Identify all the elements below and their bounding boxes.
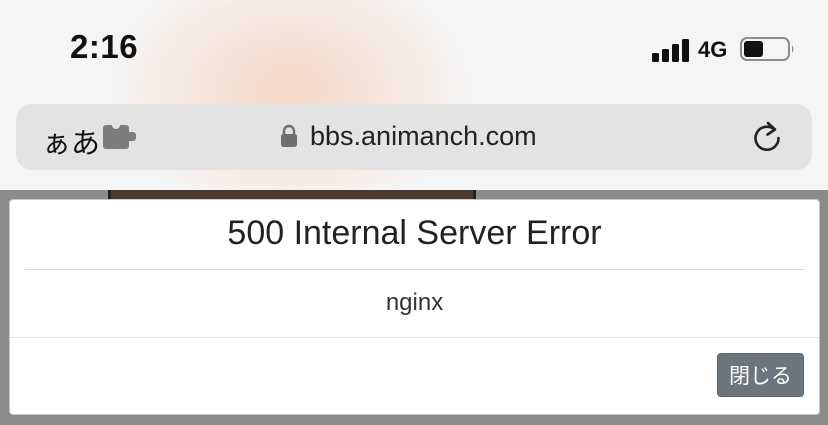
title-divider xyxy=(25,269,804,270)
dialog-body: nginx xyxy=(385,289,444,316)
dialog-title: 500 Internal Server Error xyxy=(227,214,602,252)
browser-chrome: 2:16 4G ぁあ bbs.animanch.com xyxy=(0,0,828,190)
cellular-signal-icon xyxy=(652,39,689,62)
text-size-button[interactable]: ぁあ xyxy=(42,120,100,162)
reload-icon[interactable] xyxy=(750,120,784,154)
puzzle-piece-icon[interactable] xyxy=(103,123,137,151)
address-bar[interactable]: ぁあ bbs.animanch.com xyxy=(16,104,812,170)
status-time: 2:16 xyxy=(70,28,139,65)
footer-divider xyxy=(10,337,819,338)
status-bar: 2:16 4G xyxy=(0,0,828,100)
battery-icon xyxy=(740,37,794,61)
network-type: 4G xyxy=(698,37,728,62)
phone-screen: 2:16 4G ぁあ bbs.animanch.com 500 Internal… xyxy=(0,0,828,425)
url-text[interactable]: bbs.animanch.com xyxy=(310,121,537,152)
error-dialog: 500 Internal Server Error nginx 閉じる xyxy=(9,199,820,415)
lock-icon xyxy=(281,124,297,147)
close-button[interactable]: 閉じる xyxy=(717,353,804,397)
